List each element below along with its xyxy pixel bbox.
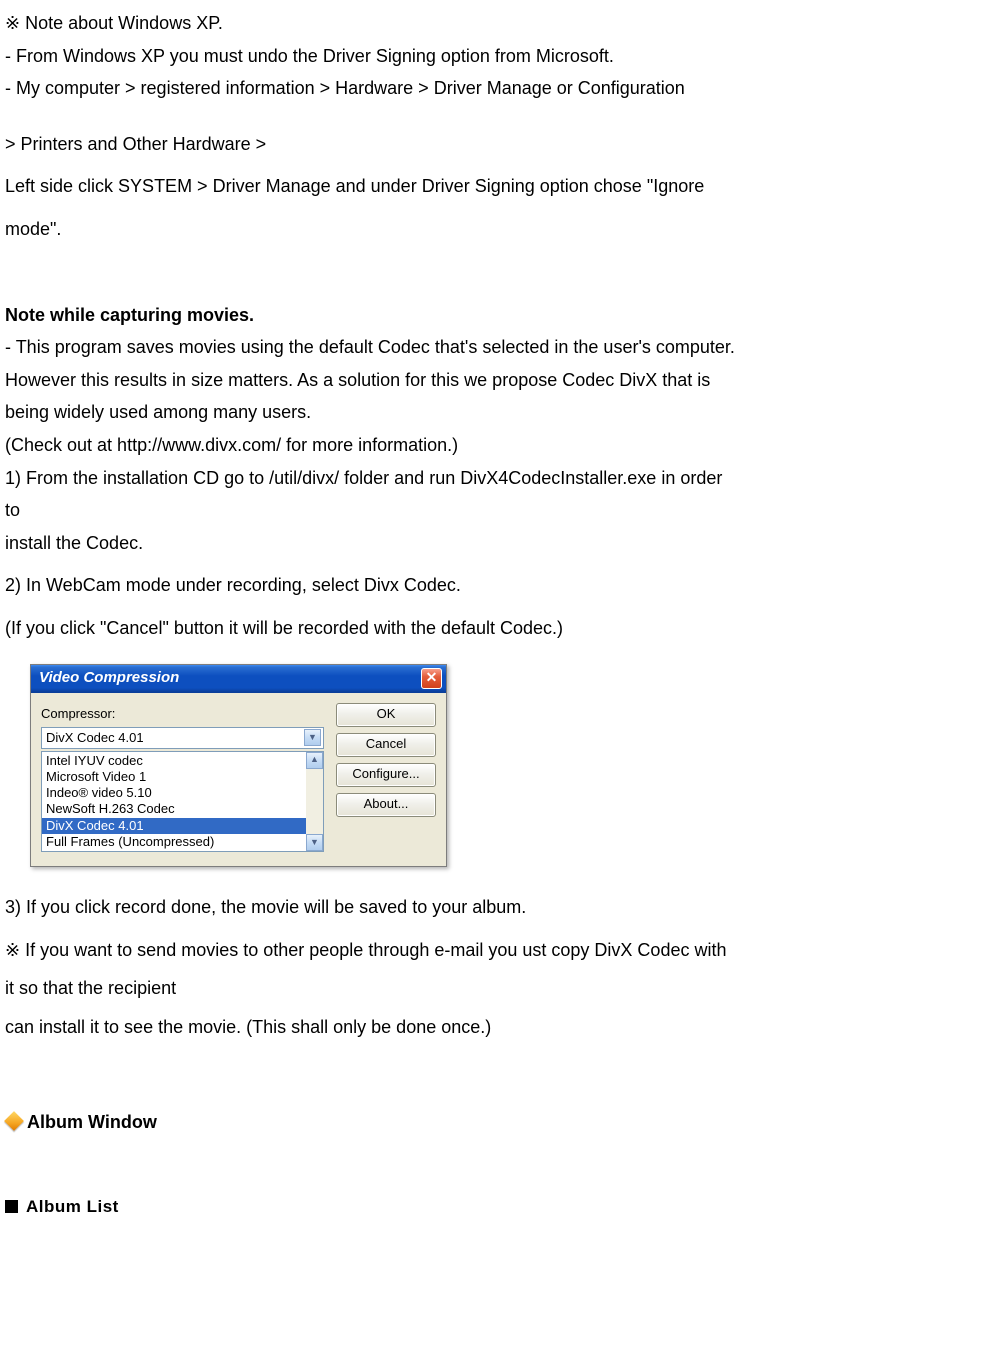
step1-line3: install the Codec. — [5, 528, 1001, 559]
album-list-text: Album List — [26, 1197, 119, 1216]
dialog-left-col: Compressor: DivX Codec 4.01 ▼ Intel IYUV… — [41, 703, 324, 853]
dialog-body: Compressor: DivX Codec 4.01 ▼ Intel IYUV… — [31, 693, 446, 867]
combo-value: DivX Codec 4.01 — [46, 727, 144, 749]
ok-button[interactable]: OK — [336, 703, 436, 727]
close-icon: ✕ — [426, 666, 438, 690]
chevron-down-icon: ▼ — [304, 729, 321, 746]
bullet-text: My computer > registered information > H… — [16, 78, 685, 98]
step1-line1: 1) From the installation CD go to /util/… — [5, 463, 1001, 494]
list-item[interactable]: Microsoft Video 1 — [42, 769, 306, 785]
movies-para-2: being widely used among many users. — [5, 397, 1001, 428]
step1-line2: to — [5, 495, 1001, 526]
dialog-titlebar: Video Compression ✕ — [31, 665, 446, 693]
album-window-heading: Album Window — [5, 1107, 1001, 1138]
path-line: > Printers and Other Hardware > — [5, 129, 1001, 160]
compressor-listbox[interactable]: Intel IYUV codec Microsoft Video 1 Indeo… — [41, 751, 324, 853]
bullet-line-1: - From Windows XP you must undo the Driv… — [5, 41, 1001, 72]
square-bullet-icon — [5, 1200, 18, 1213]
dash: - — [5, 46, 11, 66]
list-item[interactable]: Intel IYUV codec — [42, 753, 306, 769]
diamond-icon — [5, 1112, 23, 1130]
dash: - — [5, 78, 11, 98]
instruction-line-1: Left side click SYSTEM > Driver Manage a… — [5, 171, 1001, 202]
bullet-line-2: - My computer > registered information >… — [5, 73, 1001, 104]
list-item-selected[interactable]: DivX Codec 4.01 — [42, 818, 306, 834]
send-note-line2: it so that the recipient — [5, 973, 1001, 1004]
instruction-line-2: mode". — [5, 214, 1001, 245]
list-item[interactable]: NewSoft H.263 Codec — [42, 801, 306, 817]
video-compression-dialog-wrapper: Video Compression ✕ Compressor: DivX Cod… — [30, 664, 1001, 868]
send-note-line1: ※ If you want to send movies to other pe… — [5, 935, 1001, 966]
note-text: If you want to send movies to other peop… — [25, 940, 726, 960]
cancel-button[interactable]: Cancel — [336, 733, 436, 757]
scroll-up-icon[interactable]: ▲ — [306, 752, 323, 769]
note-text: Note about Windows XP. — [25, 13, 223, 33]
movies-para-1: However this results in size matters. As… — [5, 365, 1001, 396]
cancel-note: (If you click "Cancel" button it will be… — [5, 613, 1001, 644]
step3: 3) If you click record done, the movie w… — [5, 892, 1001, 923]
compressor-label: Compressor: — [41, 703, 324, 725]
movies-heading: Note while capturing movies. — [5, 300, 1001, 331]
dash: - — [5, 337, 11, 357]
bullet-text: From Windows XP you must undo the Driver… — [16, 46, 614, 66]
movies-para-3: (Check out at http://www.divx.com/ for m… — [5, 430, 1001, 461]
scroll-down-icon[interactable]: ▼ — [306, 834, 323, 851]
close-button[interactable]: ✕ — [421, 668, 442, 689]
compressor-combo[interactable]: DivX Codec 4.01 ▼ — [41, 727, 324, 749]
listbox-items: Intel IYUV codec Microsoft Video 1 Indeo… — [42, 752, 306, 852]
dialog-right-col: OK Cancel Configure... About... — [336, 703, 436, 853]
album-list-heading: Album List — [5, 1193, 1001, 1222]
note-line: ※ Note about Windows XP. — [5, 8, 1001, 39]
configure-button[interactable]: Configure... — [336, 763, 436, 787]
list-item[interactable]: Indeo® video 5.10 — [42, 785, 306, 801]
bullet-text: This program saves movies using the defa… — [16, 337, 735, 357]
scrollbar[interactable]: ▲ ▼ — [306, 752, 323, 852]
dialog-title: Video Compression — [39, 665, 179, 691]
about-button[interactable]: About... — [336, 793, 436, 817]
note-symbol: ※ — [5, 940, 20, 960]
album-window-text: Album Window — [27, 1112, 157, 1132]
step2: 2) In WebCam mode under recording, selec… — [5, 570, 1001, 601]
send-note-line3: can install it to see the movie. (This s… — [5, 1012, 1001, 1043]
note-symbol: ※ — [5, 13, 20, 33]
video-compression-dialog: Video Compression ✕ Compressor: DivX Cod… — [30, 664, 447, 868]
list-item[interactable]: Full Frames (Uncompressed) — [42, 834, 306, 850]
movies-bullet: - This program saves movies using the de… — [5, 332, 1001, 363]
